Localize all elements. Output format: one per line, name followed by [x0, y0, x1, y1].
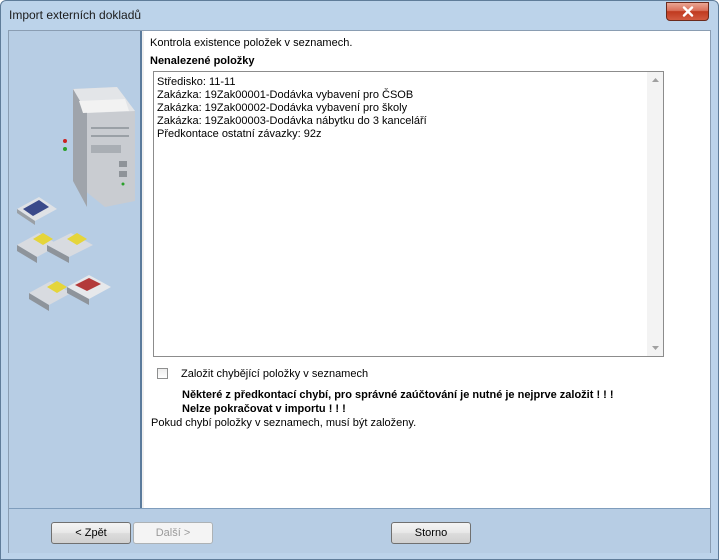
- back-button[interactable]: < Zpět: [51, 522, 131, 544]
- create-missing-items-checkbox[interactable]: [157, 368, 168, 379]
- missing-items-list[interactable]: Středisko: 11-11 Zakázka: 19Zak00001-Dod…: [153, 71, 664, 357]
- window-title: Import externích dokladů: [9, 8, 142, 22]
- step-hint: Kontrola existence položek v seznamech.: [150, 37, 353, 49]
- computer-and-floppy-disks-illustration: [17, 87, 135, 311]
- warning-line: Nelze pokračovat v importu ! ! !: [182, 403, 346, 415]
- vertical-scrollbar[interactable]: [647, 72, 663, 356]
- scroll-up-arrow-icon[interactable]: [647, 72, 663, 88]
- next-button[interactable]: Další >: [133, 522, 213, 544]
- list-item: Zakázka: 19Zak00003-Dodávka nábytku do 3…: [157, 115, 427, 127]
- wizard-sidebar: [9, 31, 142, 508]
- info-note: Pokud chybí položky v seznamech, musí bý…: [151, 417, 417, 429]
- dialog-client-area: Kontrola existence položek v seznamech. …: [8, 30, 711, 553]
- section-title: Nenalezené položky: [150, 55, 255, 67]
- missing-items-text: Středisko: 11-11 Zakázka: 19Zak00001-Dod…: [157, 76, 642, 141]
- close-icon: [682, 6, 694, 17]
- warning-message: Některé z předkontací chybí, pro správné…: [182, 388, 614, 416]
- list-item: Středisko: 11-11: [157, 76, 236, 88]
- list-item: Zakázka: 19Zak00002-Dodávka vybavení pro…: [157, 102, 408, 114]
- cancel-button[interactable]: Storno: [391, 522, 471, 544]
- import-dialog-window: Import externích dokladů Kontrola existe…: [0, 0, 719, 560]
- scroll-down-arrow-icon[interactable]: [647, 340, 663, 356]
- button-bar: < Zpět Další > Storno: [9, 508, 710, 553]
- warning-line: Některé z předkontací chybí, pro správné…: [182, 389, 614, 401]
- title-bar[interactable]: Import externích dokladů: [1, 1, 718, 28]
- list-item: Zakázka: 19Zak00001-Dodávka vybavení pro…: [157, 89, 414, 101]
- create-missing-items-label: Založit chybějící položky v seznamech: [181, 367, 369, 380]
- create-missing-items-option[interactable]: Založit chybějící položky v seznamech: [157, 366, 368, 381]
- wizard-content: Kontrola existence položek v seznamech. …: [144, 31, 710, 508]
- list-item: Předkontace ostatní závazky: 92z: [157, 128, 322, 140]
- close-button[interactable]: [666, 2, 709, 21]
